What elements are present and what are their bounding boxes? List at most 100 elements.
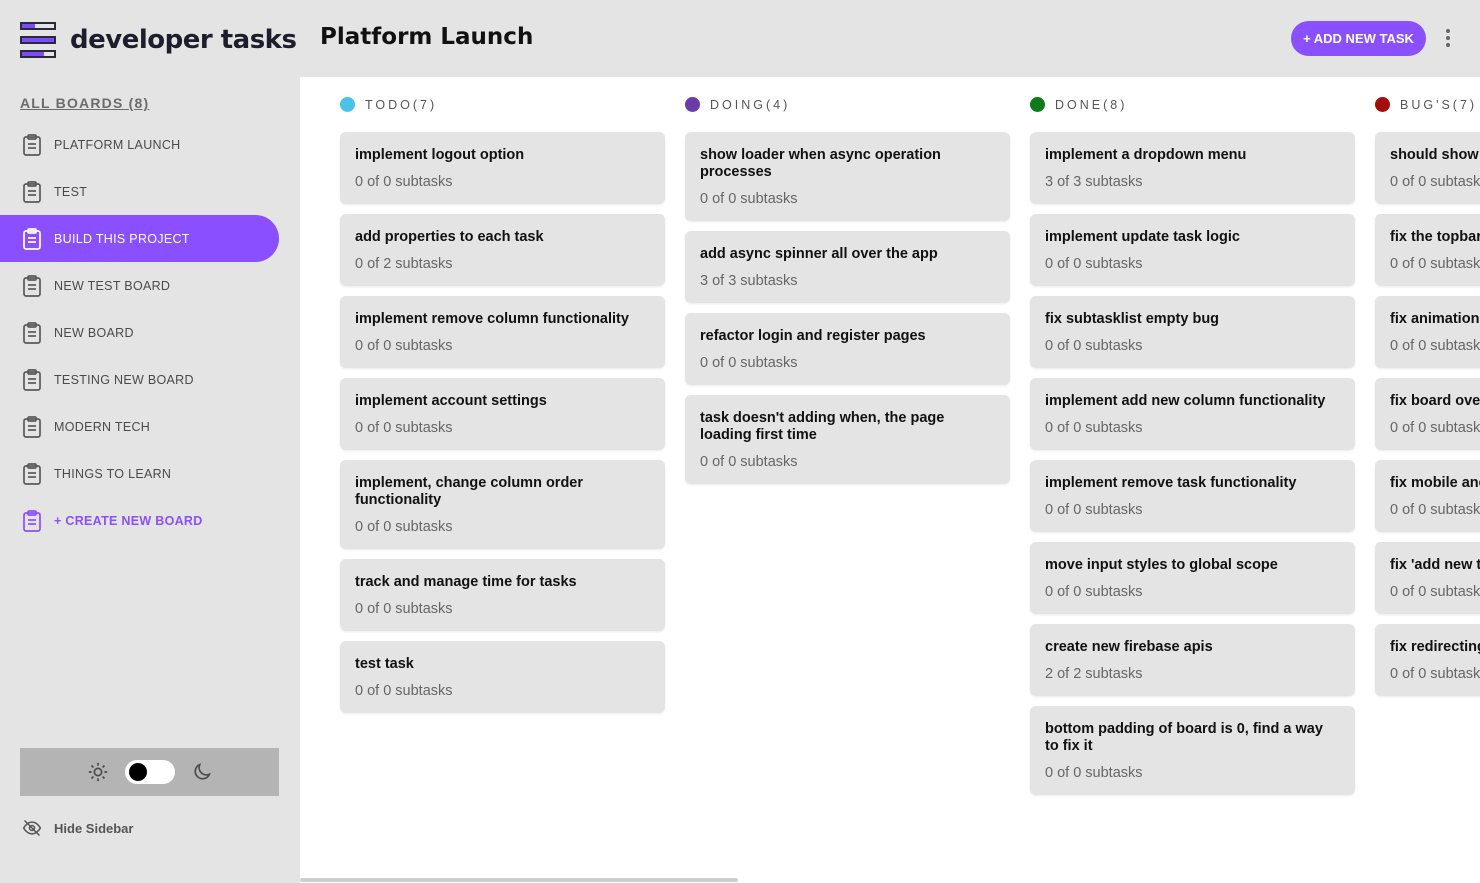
task-title: implement, change column order functiona… (355, 475, 584, 508)
horizontal-scrollbar[interactable] (300, 878, 738, 882)
sidebar-item-label: TESTING NEW BOARD (54, 372, 194, 387)
task-title: test task (355, 656, 414, 672)
column-todo: TODO(7) implement logout option 0 of 0 su… (340, 77, 665, 805)
task-subtasks: 0 of 0 subtasks (1045, 256, 1143, 272)
task-card[interactable]: implement update task logic 0 of 0 subtas… (1030, 214, 1355, 286)
column-header: DONE(8) (1030, 77, 1355, 132)
task-card[interactable]: show loader when async operation process… (685, 132, 1010, 221)
task-subtasks: 0 of 0 subtasks (700, 191, 798, 207)
app-logo: developer tasks (20, 22, 297, 58)
sidebar-item-modern-tech[interactable]: MODERN TECH (0, 403, 279, 450)
more-options-icon[interactable] (1438, 27, 1458, 49)
sidebar: developer tasks ALL BOARDS (8) PLATFORM … (0, 0, 300, 883)
hide-sidebar-label: Hide Sidebar (54, 820, 134, 836)
task-card[interactable]: fix mobile and 0 of 0 subtasks (1375, 460, 1480, 532)
task-title: should show (1390, 147, 1479, 163)
task-card[interactable]: implement account settings 0 of 0 subtask… (340, 378, 665, 450)
sidebar-item-build-this-project[interactable]: BUILD THIS PROJECT (0, 215, 279, 262)
clipboard-icon (23, 133, 41, 156)
task-card[interactable]: implement add new column functionality 0 … (1030, 378, 1355, 450)
task-card[interactable]: fix animation 0 of 0 subtasks (1375, 296, 1480, 368)
task-card[interactable]: track and manage time for tasks 0 of 0 su… (340, 559, 665, 631)
all-boards-heading: ALL BOARDS (8) (20, 95, 150, 111)
task-card[interactable]: implement a dropdown menu 3 of 3 subtasks (1030, 132, 1355, 204)
task-card[interactable]: fix redirecting 0 of 0 subtasks (1375, 624, 1480, 696)
task-subtasks: 0 of 0 subtasks (1390, 174, 1480, 190)
task-card[interactable]: implement remove column functionality 0 o… (340, 296, 665, 368)
task-subtasks: 0 of 0 subtasks (355, 338, 453, 354)
sidebar-item-testing-new-board[interactable]: TESTING NEW BOARD (0, 356, 279, 403)
task-subtasks: 0 of 0 subtasks (355, 683, 453, 699)
theme-toggle[interactable] (124, 760, 175, 784)
task-title: show loader when async operation process… (700, 147, 941, 180)
task-subtasks: 0 of 0 subtasks (1390, 338, 1480, 354)
task-subtasks: 0 of 2 subtasks (355, 256, 453, 272)
task-card[interactable]: move input styles to global scope 0 of 0 … (1030, 542, 1355, 614)
task-title: implement account settings (355, 393, 547, 409)
column-title: DOING(4) (710, 97, 791, 112)
clipboard-icon (23, 227, 41, 250)
task-title: add properties to each task (355, 229, 544, 245)
column-color-dot (1030, 97, 1045, 112)
task-card[interactable]: implement remove task functionality 0 of … (1030, 460, 1355, 532)
clipboard-icon (23, 415, 41, 438)
hide-sidebar-button[interactable]: Hide Sidebar (22, 818, 133, 838)
task-title: task doesn't adding when, the page loadi… (700, 410, 945, 443)
task-subtasks: 0 of 0 subtasks (700, 454, 798, 470)
sidebar-item-new-test-board[interactable]: NEW TEST BOARD (0, 262, 279, 309)
add-new-task-button[interactable]: + ADD NEW TASK (1291, 21, 1426, 56)
task-title: fix animation (1390, 311, 1480, 327)
logo-icon (20, 22, 56, 58)
task-title: implement a dropdown menu (1045, 147, 1247, 163)
page-title: Platform Launch (320, 24, 534, 50)
task-subtasks: 0 of 0 subtasks (1045, 420, 1143, 436)
sidebar-item-label: NEW BOARD (54, 325, 134, 340)
column-title: DONE(8) (1055, 97, 1128, 112)
task-subtasks: 3 of 3 subtasks (700, 273, 798, 289)
column-header: BUG'S(7) (1375, 77, 1480, 132)
create-new-board-button[interactable]: + CREATE NEW BOARD (0, 497, 279, 544)
task-title: fix mobile and (1390, 475, 1480, 491)
column-title: BUG'S(7) (1400, 97, 1478, 112)
sidebar-item-label: TEST (54, 184, 88, 199)
sidebar-item-test[interactable]: TEST (0, 168, 279, 215)
task-subtasks: 0 of 0 subtasks (355, 174, 453, 190)
task-subtasks: 0 of 0 subtasks (1045, 765, 1143, 781)
sun-icon (88, 762, 107, 782)
task-card[interactable]: create new firebase apis 2 of 2 subtasks (1030, 624, 1355, 696)
task-subtasks: 0 of 0 subtasks (1045, 584, 1143, 600)
task-title: implement add new column functionality (1045, 393, 1326, 409)
task-card[interactable]: implement logout option 0 of 0 subtasks (340, 132, 665, 204)
sidebar-item-new-board[interactable]: NEW BOARD (0, 309, 279, 356)
task-card[interactable]: add async spinner all over the app 3 of 3… (685, 231, 1010, 303)
task-subtasks: 0 of 0 subtasks (1390, 666, 1480, 682)
clipboard-icon (23, 180, 41, 203)
task-card[interactable]: test task 0 of 0 subtasks (340, 641, 665, 713)
task-card[interactable]: task doesn't adding when, the page loadi… (685, 395, 1010, 484)
task-card[interactable]: fix board over 0 of 0 subtasks (1375, 378, 1480, 450)
task-title: move input styles to global scope (1045, 557, 1278, 573)
task-card[interactable]: refactor login and register pages 0 of 0 … (685, 313, 1010, 385)
task-subtasks: 0 of 0 subtasks (1390, 502, 1480, 518)
create-new-board-label: + CREATE NEW BOARD (54, 513, 203, 528)
task-subtasks: 0 of 0 subtasks (1390, 420, 1480, 436)
sidebar-item-things-to-learn[interactable]: THINGS TO LEARN (0, 450, 279, 497)
board-area: TODO(7) implement logout option 0 of 0 su… (300, 77, 1480, 883)
task-card[interactable]: implement, change column order functiona… (340, 460, 665, 549)
column-doing: DOING(4) show loader when async operatio… (685, 77, 1010, 805)
task-card[interactable]: bottom padding of board is 0, find a way… (1030, 706, 1355, 795)
sidebar-item-platform-launch[interactable]: PLATFORM LAUNCH (0, 121, 279, 168)
task-card[interactable]: fix subtasklist empty bug 0 of 0 subtasks (1030, 296, 1355, 368)
column-header: DOING(4) (685, 77, 1010, 132)
task-title: fix redirecting (1390, 639, 1480, 655)
task-subtasks: 0 of 0 subtasks (1390, 256, 1480, 272)
app-name: developer tasks (70, 25, 297, 55)
task-card[interactable]: add properties to each task 0 of 2 subtas… (340, 214, 665, 286)
task-card[interactable]: fix the topbar 0 of 0 subtasks (1375, 214, 1480, 286)
column-done: DONE(8) implement a dropdown menu 3 of 3 … (1030, 77, 1355, 805)
task-subtasks: 0 of 0 subtasks (355, 420, 453, 436)
task-card[interactable]: should show 0 of 0 subtasks (1375, 132, 1480, 204)
sidebar-item-label: NEW TEST BOARD (54, 278, 171, 293)
task-card[interactable]: fix 'add new t default value 0 of 0 subta… (1375, 542, 1480, 614)
column-color-dot (1375, 97, 1390, 112)
